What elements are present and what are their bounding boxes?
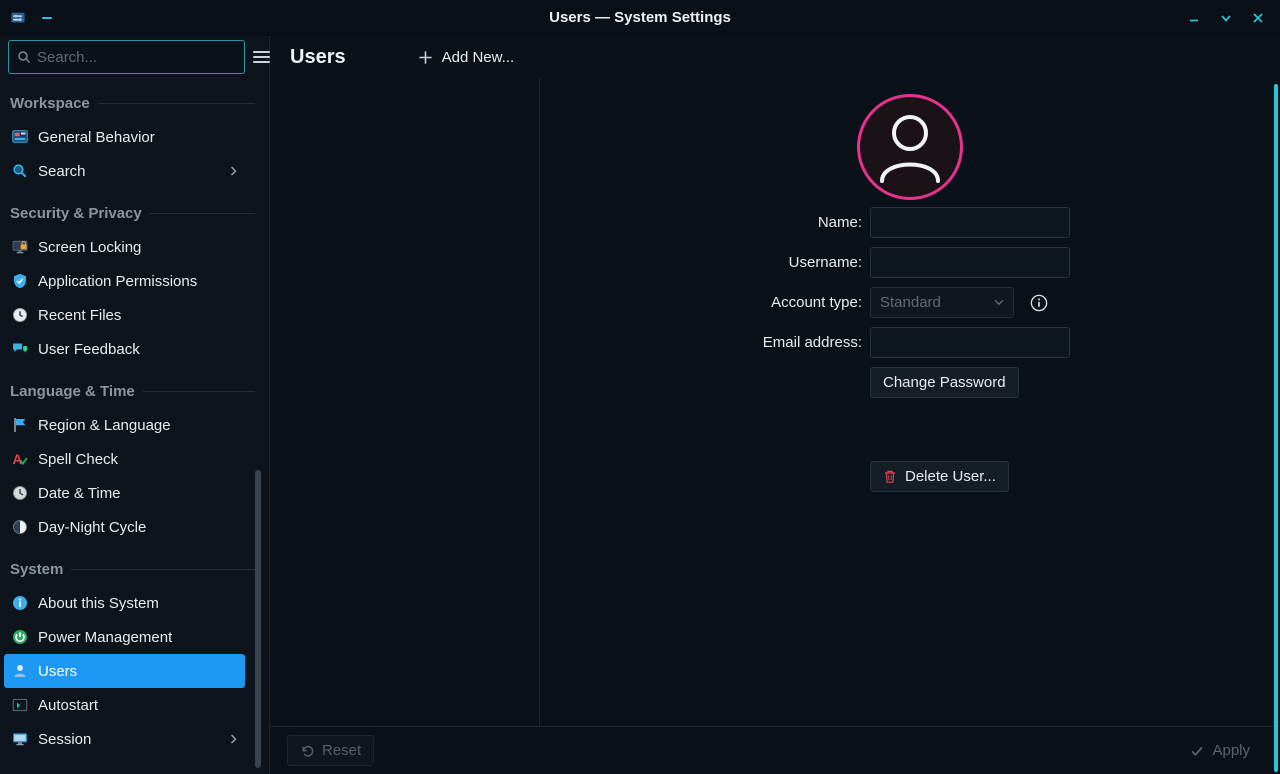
trash-icon [883,469,897,484]
sidebar-item-day-night-cycle[interactable]: Day-Night Cycle [4,510,245,544]
sidebar-nav: Workspace General Behavior Search [0,78,269,774]
sidebar-item-session[interactable]: Session [4,722,245,756]
sidebar-item-users[interactable]: Users [4,654,245,688]
user-list[interactable] [270,78,540,726]
search-input[interactable] [37,49,236,66]
svg-text:A: A [13,452,23,467]
day-night-cycle-icon [12,519,28,535]
info-circle-icon [1030,294,1048,312]
user-detail-panel: Name: Username: Account type: Standard [540,78,1280,726]
search-icon [17,49,31,65]
email-label: Email address: [540,334,862,351]
titlebar-dash-icon [39,10,55,26]
chevron-right-icon [230,734,237,744]
sidebar-item-region-language[interactable]: Region & Language [4,408,245,442]
general-behavior-icon [12,129,28,145]
undo-icon [300,744,314,758]
minimize-icon [1188,12,1200,24]
close-icon [1252,12,1264,24]
region-language-icon [12,417,28,433]
sidebar: Workspace General Behavior Search [0,36,270,774]
minimize-button[interactable] [1186,10,1202,26]
content-area: Users Add New... Name: [270,36,1280,774]
content-scrollbar[interactable] [1274,84,1278,772]
session-icon [12,731,28,747]
chevron-down-icon [1220,12,1232,24]
user-feedback-icon [12,341,28,357]
sidebar-item-autostart[interactable]: Autostart [4,688,245,722]
username-field[interactable] [870,247,1070,278]
section-header-security-privacy: Security & Privacy [0,188,269,230]
sidebar-item-search[interactable]: Search [4,154,245,188]
screen-locking-icon [12,239,28,255]
check-icon [1190,744,1204,758]
window: Users — System Settings [0,0,1280,774]
sidebar-scrollbar-thumb[interactable] [255,470,261,768]
person-icon [860,97,960,197]
sidebar-item-recent-files[interactable]: Recent Files [4,298,245,332]
info-icon [12,595,28,611]
apply-button[interactable]: Apply [1177,735,1263,766]
add-new-button[interactable]: Add New... [418,49,515,66]
reset-button[interactable]: Reset [287,735,374,766]
account-type-select[interactable]: Standard [870,287,1014,318]
sidebar-scrollbar[interactable] [255,36,261,774]
sidebar-item-date-time[interactable]: Date & Time [4,476,245,510]
plus-icon [418,50,433,65]
avatar[interactable] [857,94,963,200]
sidebar-item-spell-check[interactable]: A Spell Check [4,442,245,476]
section-header-system: System [0,544,269,586]
spell-check-icon: A [12,451,28,467]
user-form: Name: Username: Account type: Standard [540,207,1280,492]
account-type-info-button[interactable] [1030,294,1048,312]
titlebar: Users — System Settings [0,0,1280,36]
search-settings-icon [12,163,28,179]
app-icon [10,10,26,26]
close-button[interactable] [1250,10,1266,26]
page-title: Users [290,46,346,69]
content-header: Users Add New... [270,36,1280,78]
section-header-workspace: Workspace [0,78,269,120]
chevron-right-icon [230,166,237,176]
section-header-language-time: Language & Time [0,366,269,408]
footer-bar: Reset Apply [270,726,1280,774]
window-title: Users — System Settings [0,9,1280,26]
email-field[interactable] [870,327,1070,358]
recent-files-icon [12,307,28,323]
username-label: Username: [540,254,862,271]
sidebar-item-user-feedback[interactable]: User Feedback [4,332,245,366]
sidebar-item-screen-locking[interactable]: Screen Locking [4,230,245,264]
search-box [8,40,245,74]
sidebar-item-power-management[interactable]: Power Management [4,620,245,654]
name-field[interactable] [870,207,1070,238]
sidebar-item-application-permissions[interactable]: Application Permissions [4,264,245,298]
application-permissions-icon [12,273,28,289]
sidebar-item-about-this-system[interactable]: About this System [4,586,245,620]
change-password-button[interactable]: Change Password [870,367,1019,398]
account-type-label: Account type: [540,294,862,311]
power-icon [12,629,28,645]
date-time-icon [12,485,28,501]
name-label: Name: [540,214,862,231]
chevron-down-icon [994,299,1004,306]
sidebar-item-general-behavior[interactable]: General Behavior [4,120,245,154]
users-icon [12,663,28,679]
delete-user-button[interactable]: Delete User... [870,461,1009,492]
autostart-icon [12,697,28,713]
maximize-button[interactable] [1218,10,1234,26]
